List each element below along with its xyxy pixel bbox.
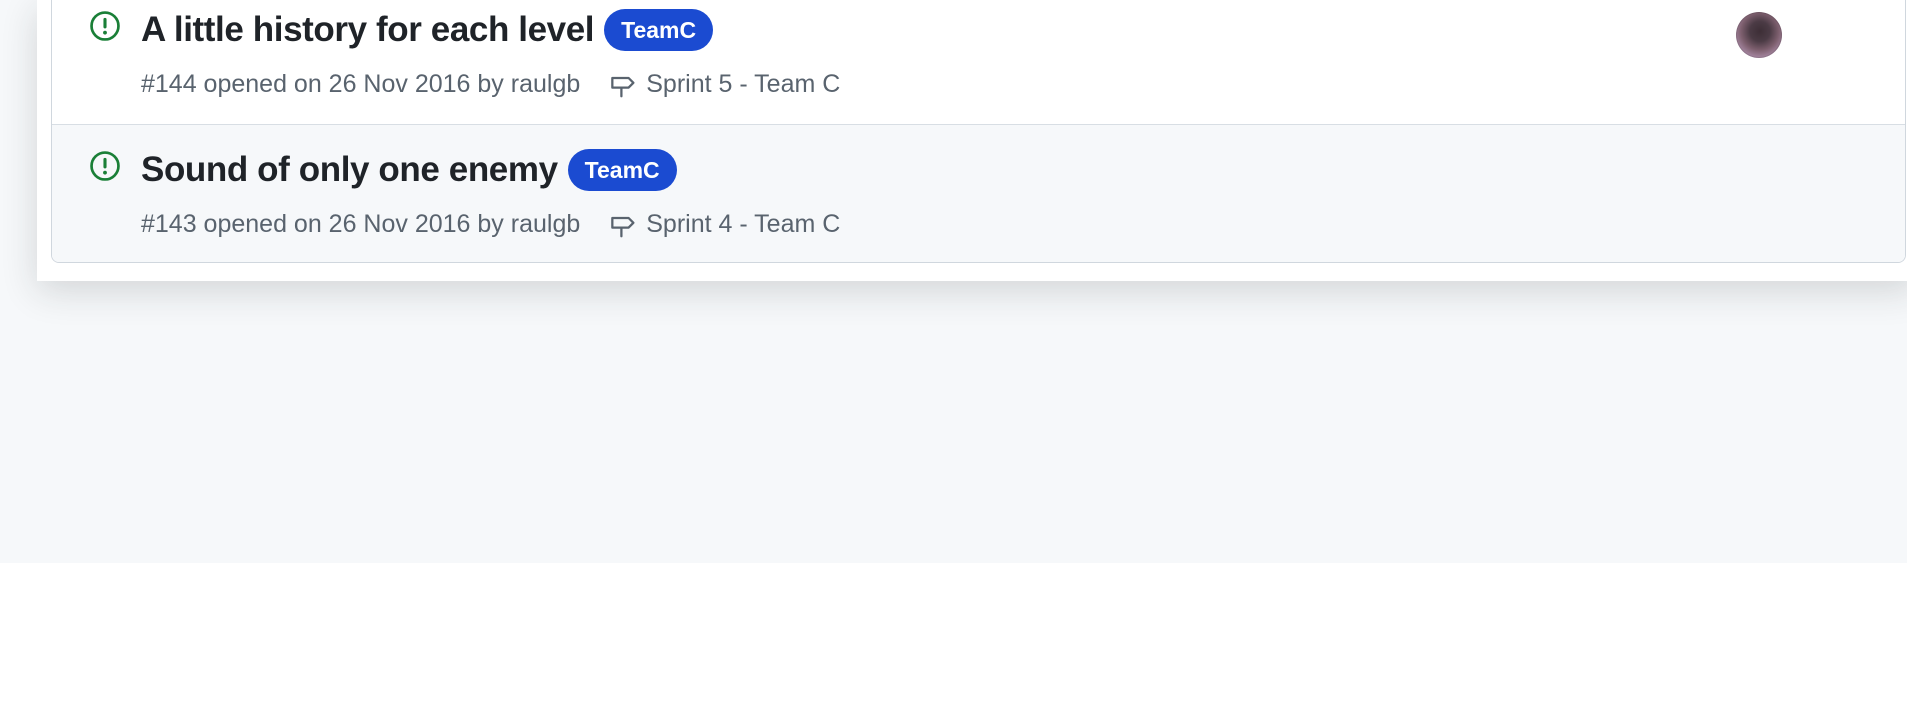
- milestone-link[interactable]: Sprint 5 - Team C: [607, 68, 840, 100]
- issue-row[interactable]: A little history for each level TeamC #1…: [52, 0, 1905, 124]
- issue-opened-icon: [88, 9, 122, 43]
- issue-meta: #144 opened on 26 Nov 2016 by raulgb Spr…: [141, 68, 840, 100]
- milestone-label: Sprint 4 - Team C: [646, 209, 841, 238]
- issue-row[interactable]: Sound of only one enemy TeamC #143 opene…: [52, 124, 1905, 262]
- label-teamc[interactable]: TeamC: [604, 9, 714, 51]
- assignee-avatar[interactable]: [1736, 12, 1782, 58]
- issues-panel: A little history for each level TeamC #1…: [37, 0, 1907, 281]
- label-teamc[interactable]: TeamC: [567, 149, 677, 191]
- milestone-icon: [611, 76, 635, 98]
- issue-list: A little history for each level TeamC #1…: [51, 0, 1906, 263]
- issue-title-line: Sound of only one enemy TeamC: [141, 149, 677, 191]
- issue-title-line: A little history for each level TeamC: [141, 9, 714, 51]
- issue-opened-info: #144 opened on 26 Nov 2016 by raulgb: [141, 69, 581, 98]
- issue-meta: #143 opened on 26 Nov 2016 by raulgb Spr…: [141, 208, 840, 240]
- milestone-link[interactable]: Sprint 4 - Team C: [607, 208, 840, 240]
- issue-opened-info: #143 opened on 26 Nov 2016 by raulgb: [141, 209, 581, 238]
- issue-title-link[interactable]: Sound of only one enemy: [141, 149, 558, 191]
- issue-opened-icon: [88, 149, 122, 183]
- milestone-icon: [611, 216, 635, 238]
- milestone-label: Sprint 5 - Team C: [646, 69, 841, 98]
- issue-title-link[interactable]: A little history for each level: [141, 9, 595, 51]
